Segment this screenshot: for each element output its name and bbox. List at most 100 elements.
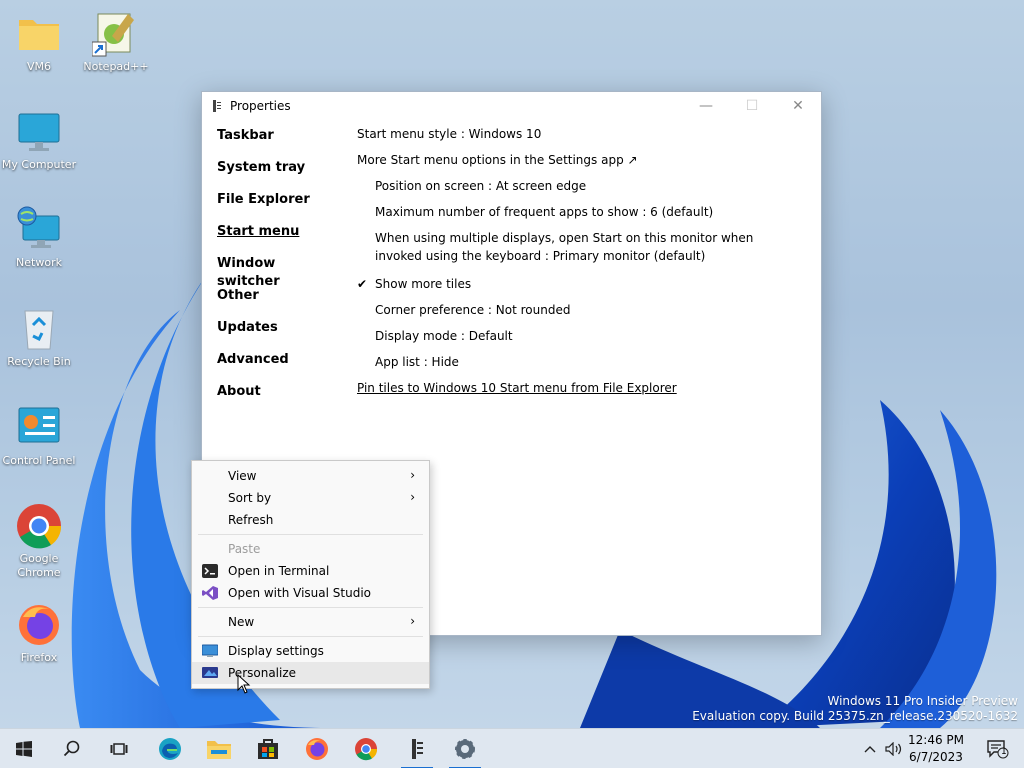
menu-item-open-with-visual-studio[interactable]: Open with Visual Studio	[192, 582, 429, 604]
folder-icon	[15, 10, 63, 58]
setting-start-menu-style[interactable]: Start menu style : Windows 10	[357, 125, 797, 151]
chrome-icon	[15, 502, 63, 550]
start-button[interactable]	[2, 729, 46, 768]
menu-item-open-in-terminal[interactable]: Open in Terminal	[192, 560, 429, 582]
maximize-button[interactable]: ☐	[729, 92, 775, 120]
desktop-icon-label: VM6	[26, 60, 51, 73]
desktop-icon-network[interactable]: Network	[0, 206, 78, 270]
desktop-icon-label: Google Chrome	[17, 552, 61, 579]
watermark-build: Evaluation copy. Build 25375.zn_release.…	[692, 709, 1018, 723]
control-panel-icon	[15, 404, 63, 452]
search-icon	[63, 740, 80, 757]
start-menu-settings: Start menu style : Windows 10 More Start…	[357, 125, 797, 405]
taskbar-settings[interactable]	[443, 729, 487, 768]
nav-item-advanced[interactable]: Advanced	[217, 351, 337, 383]
terminal-icon	[202, 564, 218, 578]
setting-show-more-tiles[interactable]: ✔ Show more tiles	[357, 275, 797, 301]
taskbar-properties[interactable]	[395, 729, 439, 768]
menu-item-label: Paste	[228, 542, 261, 556]
task-view-button[interactable]	[97, 729, 141, 768]
store-icon	[258, 739, 278, 759]
menu-item-new[interactable]: New ›	[192, 611, 429, 633]
notifications-button[interactable]: 1	[976, 729, 1020, 768]
nav-item-start-menu[interactable]: Start menu	[217, 223, 337, 255]
pin-tiles-link[interactable]: Pin tiles to Windows 10 Start menu from …	[357, 381, 677, 395]
nav-item-about[interactable]: About	[217, 383, 337, 415]
personalize-icon	[202, 666, 218, 680]
menu-item-paste: Paste	[192, 538, 429, 560]
menu-item-display-settings[interactable]: Display settings	[192, 640, 429, 662]
taskbar-store[interactable]	[246, 729, 290, 768]
menu-item-view[interactable]: View ›	[192, 465, 429, 487]
display-settings-icon	[201, 644, 219, 658]
menu-item-label: Display settings	[228, 644, 324, 658]
setting-app-list[interactable]: App list : Hide	[357, 353, 797, 379]
taskbar: 12:46 PM 6/7/2023 1	[0, 728, 1024, 768]
nav-item-other[interactable]: Other	[217, 287, 337, 319]
desktop-icon-label: Network	[16, 256, 62, 269]
menu-separator	[198, 636, 423, 637]
desktop-icon-label: Recycle Bin	[7, 355, 71, 368]
nav-item-updates[interactable]: Updates	[217, 319, 337, 351]
setting-multi-display[interactable]: When using multiple displays, open Start…	[357, 229, 797, 275]
start-icon	[16, 741, 32, 757]
nav-item-file-explorer[interactable]: File Explorer	[217, 191, 337, 223]
checkmark-icon: ✔	[357, 277, 368, 291]
chevron-right-icon: ›	[410, 468, 415, 482]
menu-item-label: Open with Visual Studio	[228, 586, 371, 600]
speaker-icon	[885, 742, 902, 756]
volume-button[interactable]	[880, 729, 908, 768]
menu-item-sort-by[interactable]: Sort by ›	[192, 487, 429, 509]
recycle-bin-icon	[15, 305, 63, 353]
taskbar-chrome[interactable]	[344, 729, 388, 768]
clock-time: 12:46 PM	[908, 733, 964, 747]
desktop-icon-vm6[interactable]: VM6	[0, 10, 78, 74]
menu-item-label: New	[228, 615, 255, 629]
close-button[interactable]: ✕	[775, 92, 821, 120]
chrome-icon	[355, 738, 378, 761]
settings-nav: Taskbar System tray File Explorer Start …	[217, 127, 337, 415]
monitor-icon	[15, 108, 63, 156]
network-globe-icon	[15, 206, 63, 254]
taskbar-firefox[interactable]	[295, 729, 339, 768]
properties-app-icon	[412, 739, 423, 759]
desktop-icon-notepadpp[interactable]: Notepad++	[77, 10, 155, 74]
chevron-right-icon: ›	[410, 614, 415, 628]
title-bar[interactable]: Properties — ☐ ✕	[202, 92, 821, 120]
menu-item-personalize[interactable]: Personalize	[192, 662, 429, 684]
desktop-icon-firefox[interactable]: Firefox	[0, 601, 78, 665]
nav-item-taskbar[interactable]: Taskbar	[217, 127, 337, 159]
edge-icon	[159, 738, 181, 760]
search-button[interactable]	[50, 729, 94, 768]
chevron-right-icon: ›	[410, 490, 415, 504]
desktop-icon-recycle-bin[interactable]: Recycle Bin	[0, 305, 78, 369]
settings-icon	[455, 739, 475, 759]
minimize-button[interactable]: —	[683, 92, 729, 120]
menu-item-label: Open in Terminal	[228, 564, 330, 578]
setting-corner-preference[interactable]: Corner preference : Not rounded	[357, 301, 797, 327]
taskbar-edge[interactable]	[148, 729, 192, 768]
nav-item-window-switcher[interactable]: Window switcher	[217, 255, 337, 289]
menu-item-label: Refresh	[228, 513, 274, 527]
desktop-icon-control-panel[interactable]: Control Panel	[0, 404, 78, 468]
clock-date: 6/7/2023	[909, 750, 963, 764]
firefox-icon	[15, 601, 63, 649]
setting-more-start-options[interactable]: More Start menu options in the Settings …	[357, 151, 797, 177]
setting-label: Show more tiles	[375, 277, 472, 291]
desktop-icon-google-chrome[interactable]: Google Chrome	[0, 502, 78, 580]
setting-position-on-screen[interactable]: Position on screen : At screen edge	[357, 177, 797, 203]
menu-item-refresh[interactable]: Refresh	[192, 509, 429, 531]
taskbar-file-explorer[interactable]	[197, 729, 241, 768]
desktop-context-menu: View › Sort by › Refresh Paste Open in T…	[191, 460, 430, 689]
file-explorer-icon	[207, 741, 231, 759]
menu-item-label: Sort by	[228, 491, 272, 505]
setting-max-frequent-apps[interactable]: Maximum number of frequent apps to show …	[357, 203, 797, 229]
menu-item-label: View	[228, 469, 257, 483]
firefox-icon	[306, 738, 328, 760]
clock[interactable]: 12:46 PM 6/7/2023	[908, 732, 964, 766]
chevron-up-icon	[864, 746, 876, 753]
setting-display-mode[interactable]: Display mode : Default	[357, 327, 797, 353]
menu-separator	[198, 607, 423, 608]
nav-item-system-tray[interactable]: System tray	[217, 159, 337, 191]
desktop-icon-my-computer[interactable]: My Computer	[0, 108, 78, 172]
